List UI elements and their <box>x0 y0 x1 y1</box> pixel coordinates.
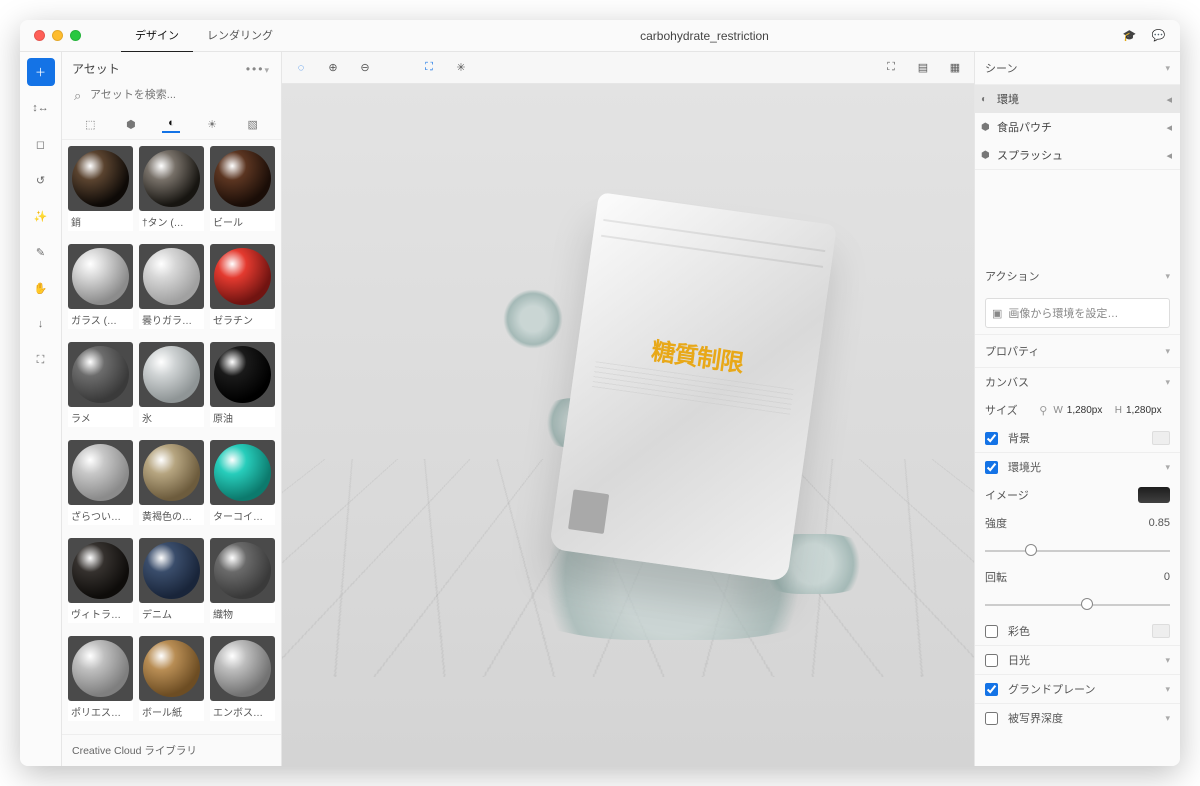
visibility-icon[interactable]: ◂ <box>1166 93 1172 106</box>
add-button[interactable]: ＋ <box>27 58 55 86</box>
tint-checkbox[interactable] <box>985 625 998 638</box>
feedback-icon[interactable]: 💬 <box>1151 28 1166 43</box>
tint-color-swatch[interactable] <box>1152 624 1170 638</box>
material-item[interactable]: ラメ <box>68 342 133 434</box>
material-item[interactable]: エンボス… <box>210 636 275 728</box>
material-item[interactable]: 黄褐色の… <box>139 440 204 532</box>
action-menu-icon[interactable] <box>1165 270 1170 282</box>
visibility-icon[interactable]: ◂ <box>1166 149 1172 162</box>
fullscreen-icon[interactable]: ⛶ <box>882 59 900 77</box>
properties-title: プロパティ <box>985 343 1039 359</box>
viewport-3d[interactable]: 糖質制限 <box>282 84 974 766</box>
assets-menu-icon[interactable]: ••• <box>246 62 271 76</box>
assets-title: アセット <box>72 60 120 77</box>
material-item[interactable]: 銷 <box>68 146 133 238</box>
scene-item-splash[interactable]: スプラッシュ◂ <box>975 141 1180 169</box>
product-pouch[interactable]: 糖質制限 <box>549 192 837 582</box>
material-item[interactable]: 原油 <box>210 342 275 434</box>
learn-icon[interactable]: 🎓 <box>1122 28 1137 43</box>
properties-menu-icon[interactable] <box>1165 345 1170 357</box>
horizon-tool[interactable]: ⛶ <box>27 346 55 374</box>
action-title: アクション <box>985 268 1039 284</box>
material-item[interactable]: 織物 <box>210 538 275 630</box>
material-item[interactable]: 曇りガラ… <box>139 244 204 336</box>
groundplane-checkbox[interactable] <box>985 683 998 696</box>
envlight-collapse-icon[interactable] <box>1165 461 1170 473</box>
material-item[interactable]: ボール紙 <box>139 636 204 728</box>
window-max[interactable] <box>70 30 81 41</box>
window-close[interactable] <box>34 30 45 41</box>
material-item[interactable]: デニム <box>139 538 204 630</box>
material-item[interactable]: ゼラチン <box>210 244 275 336</box>
document-title: carbohydrate_restriction <box>287 29 1122 43</box>
scene-item-environment[interactable]: 環境◂ <box>975 85 1180 113</box>
wand-tool[interactable]: ✨ <box>27 202 55 230</box>
material-item[interactable]: ターコイ… <box>210 440 275 532</box>
canvas-collapse-icon[interactable] <box>1165 376 1170 388</box>
camera-bookmark-icon[interactable]: ▤ <box>914 59 932 77</box>
eyedropper-tool[interactable]: ✎ <box>27 238 55 266</box>
add-to-sel-icon[interactable]: ⊕ <box>324 59 342 77</box>
frame-sel-icon[interactable]: ⛶ <box>420 59 438 77</box>
intensity-slider[interactable] <box>985 543 1170 557</box>
material-item[interactable]: ポリエス… <box>68 636 133 728</box>
height-input[interactable]: 1,280px <box>1126 405 1170 416</box>
material-item[interactable]: 氷 <box>139 342 204 434</box>
tab-design[interactable]: デザイン <box>121 20 193 53</box>
width-input[interactable]: 1,280px <box>1067 405 1111 416</box>
rotation-value[interactable]: 0 <box>1164 571 1170 583</box>
sub-from-sel-icon[interactable]: ⊖ <box>356 59 374 77</box>
scene-item-pouch[interactable]: 食品パウチ◂ <box>975 113 1180 141</box>
material-item[interactable]: ざらつい… <box>68 440 133 532</box>
sunlight-checkbox[interactable] <box>985 654 998 667</box>
material-item[interactable]: †タン (… <box>139 146 204 238</box>
tab-materials-icon[interactable]: ◐ <box>162 115 180 133</box>
render-settings-icon[interactable]: ▦ <box>946 59 964 77</box>
tab-lights-icon[interactable]: ☀ <box>203 115 221 133</box>
tab-images-icon[interactable]: ▧ <box>244 115 262 133</box>
tab-render[interactable]: レンダリング <box>193 20 287 53</box>
size-label: サイズ <box>985 402 1033 418</box>
material-item[interactable]: ヴィトラ… <box>68 538 133 630</box>
select-tool[interactable]: ◻ <box>27 130 55 158</box>
set-env-from-image-button[interactable]: ▣画像から環境を設定… <box>985 298 1170 328</box>
visibility-icon[interactable]: ◂ <box>1166 121 1172 134</box>
dolly-tool[interactable]: ↓ <box>27 310 55 338</box>
rotation-slider[interactable] <box>985 597 1170 611</box>
scene-menu-icon[interactable] <box>1165 62 1170 74</box>
intensity-value[interactable]: 0.85 <box>1149 517 1170 529</box>
hand-tool[interactable]: ✋ <box>27 274 55 302</box>
material-item[interactable]: ビール <box>210 146 275 238</box>
marquee-select-icon[interactable]: ◌ <box>292 59 310 77</box>
tab-models-icon[interactable]: ⬚ <box>81 115 99 133</box>
env-light-checkbox[interactable] <box>985 461 998 474</box>
search-input[interactable] <box>72 85 271 105</box>
scene-title: シーン <box>985 60 1017 76</box>
background-color-swatch[interactable] <box>1152 431 1170 445</box>
window-min[interactable] <box>52 30 63 41</box>
link-icon[interactable]: ⚲ <box>1039 404 1047 417</box>
orbit-tool[interactable]: ↺ <box>27 166 55 194</box>
material-item[interactable]: ガラス (… <box>68 244 133 336</box>
background-checkbox[interactable] <box>985 432 998 445</box>
snap-icon[interactable]: ✳ <box>452 59 470 77</box>
dof-checkbox[interactable] <box>985 712 998 725</box>
cc-libraries[interactable]: Creative Cloud ライブラリ <box>62 734 281 766</box>
hdri-thumbnail[interactable] <box>1138 487 1170 503</box>
tab-shapes-icon[interactable]: ⬢ <box>122 115 140 133</box>
move-tool[interactable]: ↕↔ <box>27 94 55 122</box>
canvas-label: カンバス <box>985 374 1159 390</box>
